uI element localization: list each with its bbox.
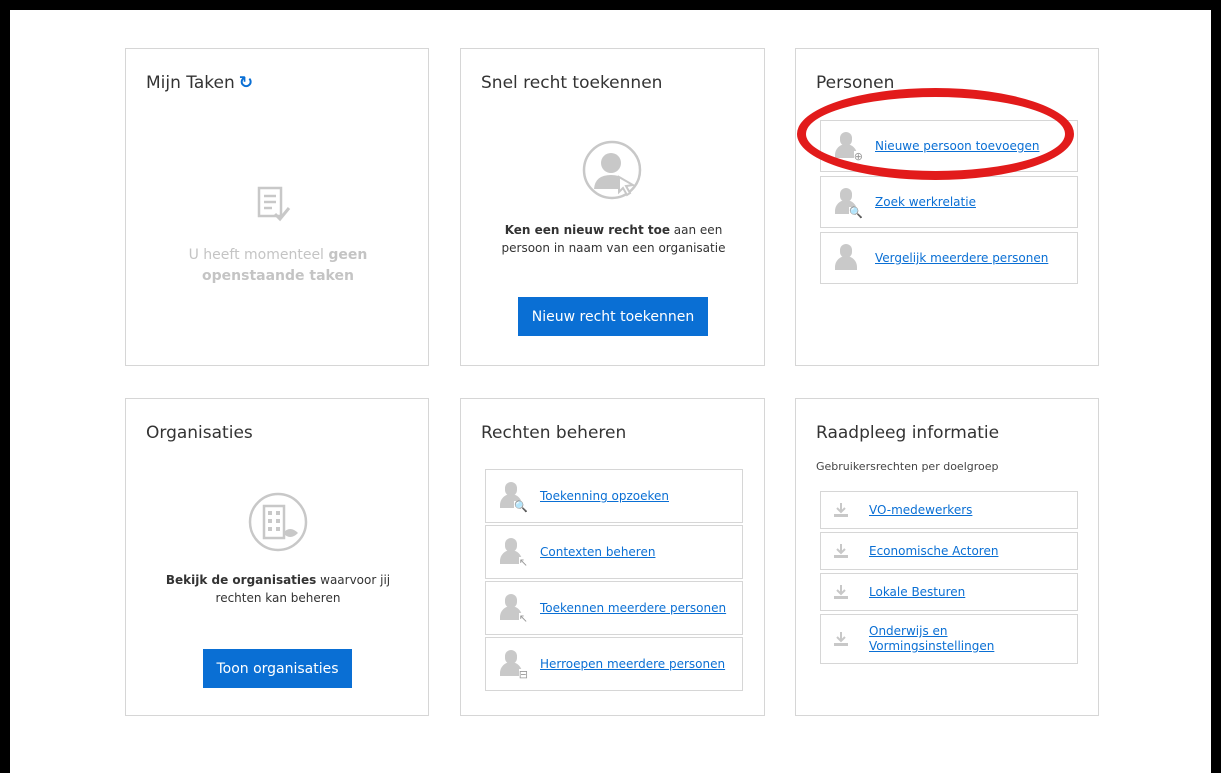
card-title: Raadpleeg informatie	[816, 423, 1000, 443]
card-title: Snel recht toekennen	[481, 73, 663, 93]
nieuwe-persoon-link[interactable]: Nieuwe persoon toevoegen	[875, 139, 1039, 153]
person-search-icon: 🔍	[496, 480, 528, 512]
download-icon	[833, 543, 849, 559]
person-cursor-icon	[581, 139, 643, 201]
toekennen-meerdere-link[interactable]: Toekennen meerdere personen	[540, 601, 726, 615]
contexten-beheren-link[interactable]: Contexten beheren	[540, 545, 655, 559]
person-revoke-icon: ⊟	[496, 648, 528, 680]
onderwijs-vorming-link[interactable]: Onderwijs en Vormingsinstellingen	[869, 624, 994, 654]
refresh-icon[interactable]: ↻	[239, 73, 253, 93]
herroepen-meerdere-item[interactable]: ⊟ Herroepen meerdere personen	[485, 637, 743, 691]
card-title: Rechten beheren	[481, 423, 627, 443]
economische-actoren-link[interactable]: Economische Actoren	[869, 544, 998, 558]
economische-actoren-item[interactable]: Economische Actoren	[820, 532, 1078, 570]
toon-organisaties-button[interactable]: Toon organisaties	[203, 649, 352, 688]
download-icon	[833, 584, 849, 600]
download-icon	[833, 502, 849, 518]
lokale-besturen-item[interactable]: Lokale Besturen	[820, 573, 1078, 611]
card-title: Organisaties	[146, 423, 253, 443]
organisaties-description: Bekijk de organisaties waarvoor jij rech…	[165, 573, 391, 605]
person-cursor-icon: ↖	[496, 592, 528, 624]
card-title: Mijn Taken	[146, 73, 235, 93]
building-eye-icon	[247, 491, 309, 553]
vergelijk-personen-link-item[interactable]: Vergelijk meerdere personen	[820, 232, 1078, 284]
lokale-besturen-link[interactable]: Lokale Besturen	[869, 585, 965, 599]
person-compare-icon	[831, 242, 863, 274]
toekennen-meerdere-item[interactable]: ↖ Toekennen meerdere personen	[485, 581, 743, 635]
zoek-werkrelatie-link-item[interactable]: 🔍 Zoek werkrelatie	[820, 176, 1078, 228]
nieuwe-persoon-link-item[interactable]: ⊕ Nieuwe persoon toevoegen	[820, 120, 1078, 172]
raadpleeg-subtitle: Gebruikersrechten per doelgroep	[816, 460, 999, 473]
person-add-icon: ⊕	[831, 130, 863, 162]
snel-description: Ken een nieuw recht toe aan een persoon …	[501, 223, 726, 255]
card-mijn-taken: Mijn Taken ↻ U heeft momenteel geen opens…	[125, 48, 429, 366]
nieuw-recht-button[interactable]: Nieuw recht toekennen	[518, 297, 708, 336]
vo-medewerkers-link[interactable]: VO-medewerkers	[869, 503, 972, 517]
person-cursor-icon: ↖	[496, 536, 528, 568]
contexten-beheren-item[interactable]: ↖ Contexten beheren	[485, 525, 743, 579]
card-organisaties: Organisaties Bekijk de organisaties waar…	[125, 398, 429, 716]
card-snel-recht: Snel recht toekennen Ken een nieuw recht…	[460, 48, 765, 366]
card-title: Personen	[816, 73, 895, 93]
toekenning-opzoeken-item[interactable]: 🔍 Toekenning opzoeken	[485, 469, 743, 523]
herroepen-meerdere-link[interactable]: Herroepen meerdere personen	[540, 657, 725, 671]
person-search-icon: 🔍	[831, 186, 863, 218]
zoek-werkrelatie-link[interactable]: Zoek werkrelatie	[875, 195, 976, 209]
vo-medewerkers-item[interactable]: VO-medewerkers	[820, 491, 1078, 529]
download-icon	[833, 631, 849, 647]
empty-tasks-text: U heeft momenteel geen openstaande taken	[188, 247, 368, 284]
onderwijs-vorming-item[interactable]: Onderwijs en Vormingsinstellingen	[820, 614, 1078, 664]
vergelijk-personen-link[interactable]: Vergelijk meerdere personen	[875, 251, 1048, 265]
task-list-icon	[257, 186, 291, 226]
toekenning-opzoeken-link[interactable]: Toekenning opzoeken	[540, 489, 669, 503]
